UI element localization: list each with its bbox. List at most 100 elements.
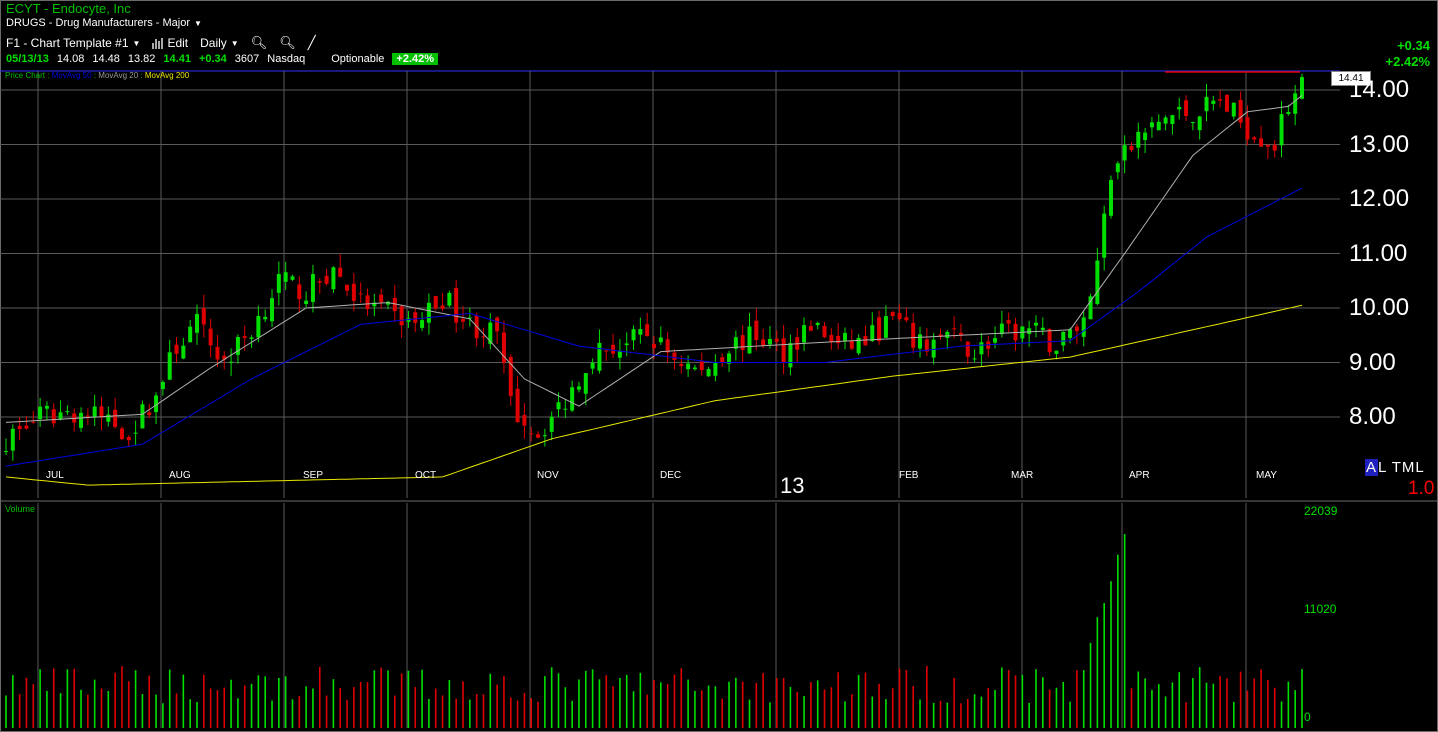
month-tick-label: JUL bbox=[46, 470, 64, 481]
candle-body bbox=[1231, 102, 1236, 117]
volume-bar bbox=[837, 672, 839, 728]
volume-bar bbox=[653, 679, 655, 728]
candle-body bbox=[802, 325, 807, 343]
ma200-line bbox=[5, 304, 1303, 486]
candle-body bbox=[304, 300, 309, 304]
volume-bar bbox=[782, 677, 785, 728]
candle-body bbox=[249, 337, 254, 339]
volume-bar bbox=[816, 680, 819, 728]
volume-bar bbox=[707, 685, 710, 728]
volume-bar bbox=[905, 670, 908, 728]
candle-body bbox=[338, 267, 343, 277]
edit-button[interactable]: Edit bbox=[152, 36, 188, 50]
candle-body bbox=[58, 412, 63, 420]
volume-bar bbox=[1212, 683, 1215, 728]
volume-bar bbox=[400, 673, 403, 728]
volume-bar bbox=[1280, 701, 1283, 728]
candle-body bbox=[85, 415, 90, 417]
candle-body bbox=[1122, 145, 1127, 161]
candle-body bbox=[440, 305, 445, 309]
volume-bar bbox=[864, 672, 867, 728]
candle-body bbox=[1027, 328, 1032, 335]
candle-body bbox=[890, 312, 895, 317]
draw-line-icon[interactable]: ╱ bbox=[308, 35, 316, 51]
zoom-out-icon[interactable]: 🔍︎ bbox=[279, 35, 296, 51]
quote-bar: 05/13/13 14.08 14.48 13.82 14.41 +0.34 3… bbox=[6, 53, 439, 65]
volume-bar bbox=[278, 677, 280, 728]
volume-bar bbox=[1157, 684, 1160, 728]
candle-body bbox=[883, 316, 888, 338]
price-volume-chart[interactable] bbox=[0, 0, 1438, 732]
month-tick-label: APR bbox=[1129, 470, 1150, 481]
period-dropdown[interactable]: Daily ▼ bbox=[200, 36, 239, 50]
symbol-title[interactable]: ECYT - Endocyte, Inc bbox=[6, 1, 131, 16]
candle-body bbox=[604, 350, 609, 352]
volume-bar bbox=[1151, 689, 1153, 728]
volume-bar bbox=[318, 666, 321, 728]
volume-bar bbox=[489, 673, 492, 728]
candle-body bbox=[720, 357, 725, 363]
volume-bar bbox=[66, 669, 69, 728]
volume-bar bbox=[114, 672, 116, 728]
candle-body bbox=[310, 274, 315, 302]
template-dropdown[interactable]: F1 - Chart Template #1 ▼ bbox=[6, 36, 140, 50]
candle-body bbox=[351, 283, 356, 301]
volume-bar bbox=[284, 676, 287, 728]
volume-bar bbox=[966, 698, 969, 728]
price-tick-label: 14.00 bbox=[1349, 76, 1410, 103]
volume-bar bbox=[1198, 667, 1201, 728]
candle-body bbox=[147, 412, 152, 416]
volume-bar bbox=[885, 699, 887, 728]
month-tick-label: AUG bbox=[169, 470, 191, 481]
quote-date: 05/13/13 bbox=[6, 53, 49, 65]
candle-body bbox=[590, 362, 595, 369]
candle-body bbox=[454, 287, 459, 323]
volume-axis-max: 22039 bbox=[1304, 504, 1338, 518]
volume-bar bbox=[598, 679, 601, 728]
volume-bar bbox=[230, 679, 232, 728]
volume-bar bbox=[87, 694, 89, 728]
volume-bar bbox=[1205, 682, 1208, 728]
volume-bar bbox=[346, 699, 348, 728]
candle-body bbox=[747, 326, 752, 354]
candle-body bbox=[829, 334, 834, 343]
candle-body bbox=[931, 339, 936, 358]
volume-bar bbox=[1260, 669, 1262, 728]
volume-bar bbox=[394, 695, 396, 728]
candle-body bbox=[133, 432, 138, 434]
volume-bar bbox=[448, 679, 451, 728]
month-tick-label: DEC bbox=[660, 470, 682, 481]
candle-body bbox=[481, 336, 486, 338]
candle-body bbox=[788, 343, 793, 368]
volume-bar bbox=[325, 695, 328, 728]
volume-bar bbox=[857, 674, 860, 728]
industry-label: DRUGS - Drug Manufacturers - Major bbox=[6, 17, 190, 29]
volume-bar bbox=[182, 674, 185, 728]
volume-bar bbox=[878, 683, 880, 728]
zoom-in-icon[interactable]: 🔍︎ bbox=[251, 35, 268, 51]
chart-toolbar: F1 - Chart Template #1 ▼ Edit Daily ▼ 🔍︎… bbox=[6, 35, 316, 51]
legend-sep: : bbox=[93, 71, 97, 80]
volume-bar bbox=[1055, 687, 1058, 728]
candle-body bbox=[283, 272, 288, 282]
volume-bar bbox=[516, 700, 519, 728]
candle-body bbox=[167, 352, 172, 380]
month-tick-label: OCT bbox=[415, 470, 437, 481]
quote-open: 14.08 bbox=[56, 53, 85, 65]
industry-selector[interactable]: DRUGS - Drug Manufacturers - Major ▼ bbox=[6, 17, 202, 29]
candle-body bbox=[679, 363, 684, 367]
volume-bar bbox=[789, 686, 792, 728]
altml-indicator[interactable]: AL TML bbox=[1365, 459, 1425, 476]
volume-bar bbox=[1137, 671, 1140, 728]
candle-body bbox=[563, 408, 568, 410]
volume-bar bbox=[557, 673, 560, 728]
volume-bar bbox=[305, 686, 307, 728]
volume-bar bbox=[939, 700, 942, 728]
candle-body bbox=[242, 336, 247, 339]
candle-body bbox=[1177, 106, 1182, 110]
volume-axis-zero: 0 bbox=[1304, 710, 1311, 724]
volume-bar bbox=[52, 668, 55, 728]
candle-body bbox=[1163, 117, 1168, 124]
year-label: 13 bbox=[780, 473, 805, 498]
candle-body bbox=[815, 322, 820, 326]
